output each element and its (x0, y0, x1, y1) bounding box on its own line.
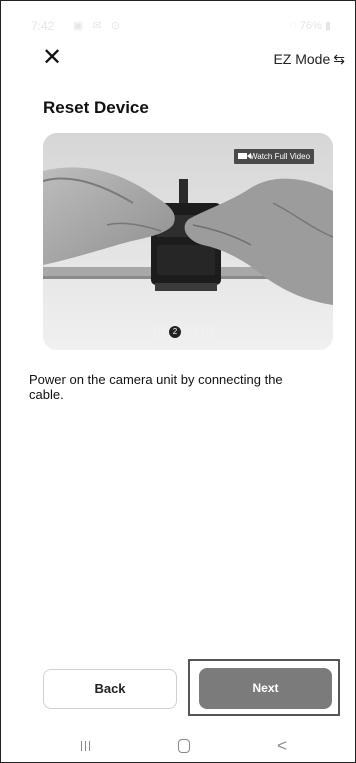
recents-icon[interactable] (81, 741, 90, 751)
notification-icons: ▣ ✉ ⊙ (73, 20, 123, 32)
back-button[interactable]: Back (43, 669, 177, 709)
page-title: Reset Device (43, 98, 149, 117)
video-camera-icon (238, 153, 251, 159)
tutorial-photo (43, 133, 333, 350)
back-nav-icon[interactable]: < (277, 737, 287, 754)
system-nav-bar: < (1, 729, 355, 762)
step-dot[interactable]: 3 (185, 326, 197, 338)
step-dot[interactable]: 1 (153, 326, 165, 338)
watch-full-video-button[interactable]: Watch Full Video (234, 149, 315, 164)
status-bar: 7:42 ▣ ✉ ⊙ ◌ 76% ▮ (1, 1, 355, 37)
step-dot[interactable]: 4 (201, 326, 213, 338)
tutorial-image-carousel[interactable]: Watch Full Video 1 2 3 4 (43, 133, 333, 350)
step-dot-active[interactable]: 2 (169, 326, 181, 338)
next-button[interactable]: Next (199, 668, 332, 709)
home-icon[interactable] (178, 739, 190, 753)
ez-mode-label: EZ Mode (273, 51, 331, 67)
swap-icon: ⇆ (333, 51, 345, 67)
watch-video-label: Watch Full Video (250, 152, 311, 161)
ez-mode-toggle[interactable]: EZ Mode ⇆ (273, 48, 345, 70)
app-screen: 7:42 ▣ ✉ ⊙ ◌ 76% ▮ ✕ EZ Mode ⇆ Reset Devi… (0, 0, 356, 763)
battery-status: ◌ 76% ▮ (290, 20, 331, 32)
status-time: 7:42 (31, 19, 55, 33)
close-icon[interactable]: ✕ (39, 45, 65, 71)
instruction-text: Power on the camera unit by connecting t… (29, 372, 283, 402)
step-indicator: 1 2 3 4 (153, 326, 213, 338)
